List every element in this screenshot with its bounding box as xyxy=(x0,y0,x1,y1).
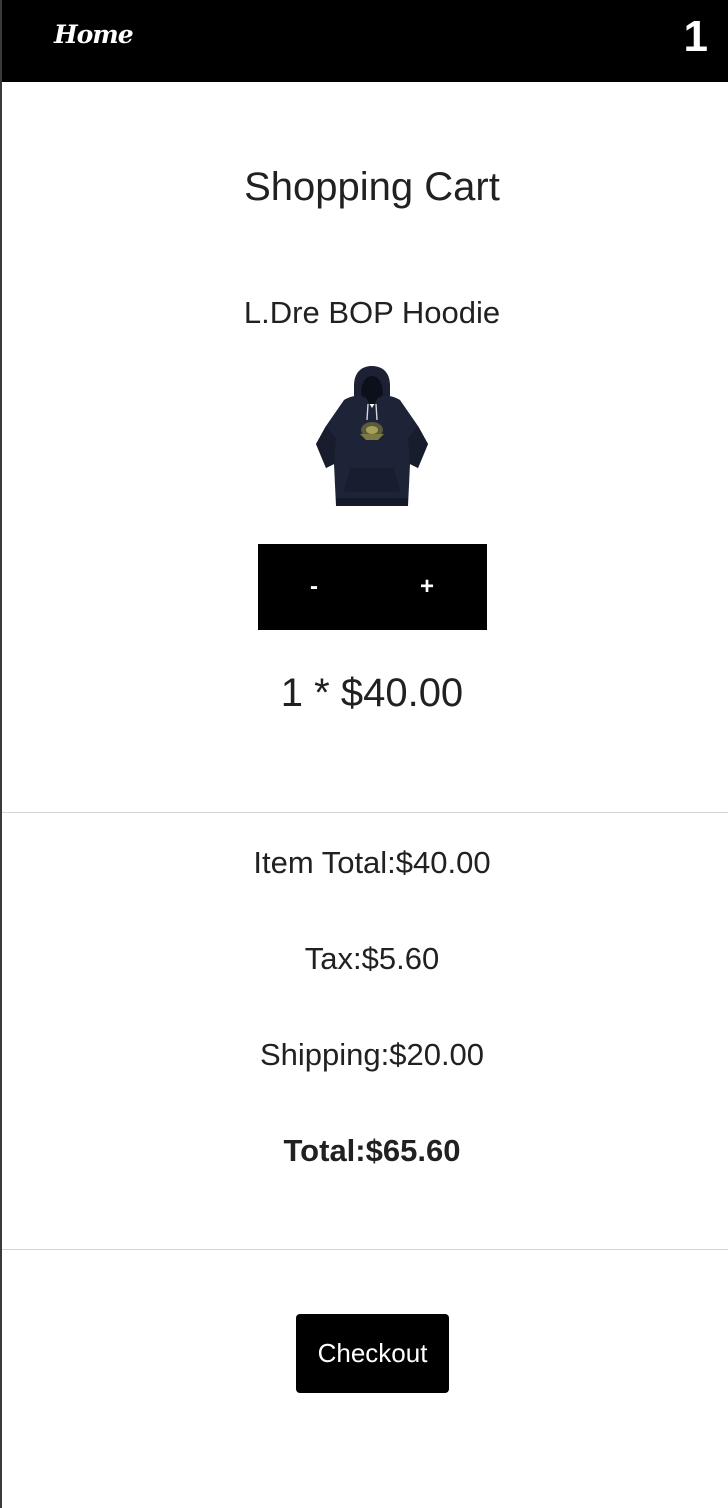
cart-count-badge[interactable]: 1 xyxy=(684,12,708,62)
tax-amount: Tax:$5.60 xyxy=(304,941,440,976)
grand-total: Total:$65.60 xyxy=(283,1133,461,1168)
cart-item-name: L.Dre BOP Hoodie xyxy=(243,295,501,330)
decrement-quantity-button[interactable]: - xyxy=(284,544,344,630)
page-title: Shopping Cart xyxy=(244,165,500,209)
item-total: Item Total:$40.00 xyxy=(253,845,491,880)
shipping-amount: Shipping:$20.00 xyxy=(259,1037,485,1072)
divider xyxy=(2,1249,728,1250)
home-link[interactable]: Home xyxy=(54,20,134,49)
navy-hoodie-image xyxy=(316,366,428,506)
quantity-stepper: - + xyxy=(258,544,487,630)
checkout-button[interactable]: Checkout xyxy=(296,1314,449,1393)
divider xyxy=(2,812,728,813)
page-left-border xyxy=(0,0,2,1508)
cart-item-line-price: 1 * $40.00 xyxy=(280,671,464,715)
top-nav-bar: Home 1 xyxy=(2,0,728,82)
increment-quantity-button[interactable]: + xyxy=(397,544,457,630)
